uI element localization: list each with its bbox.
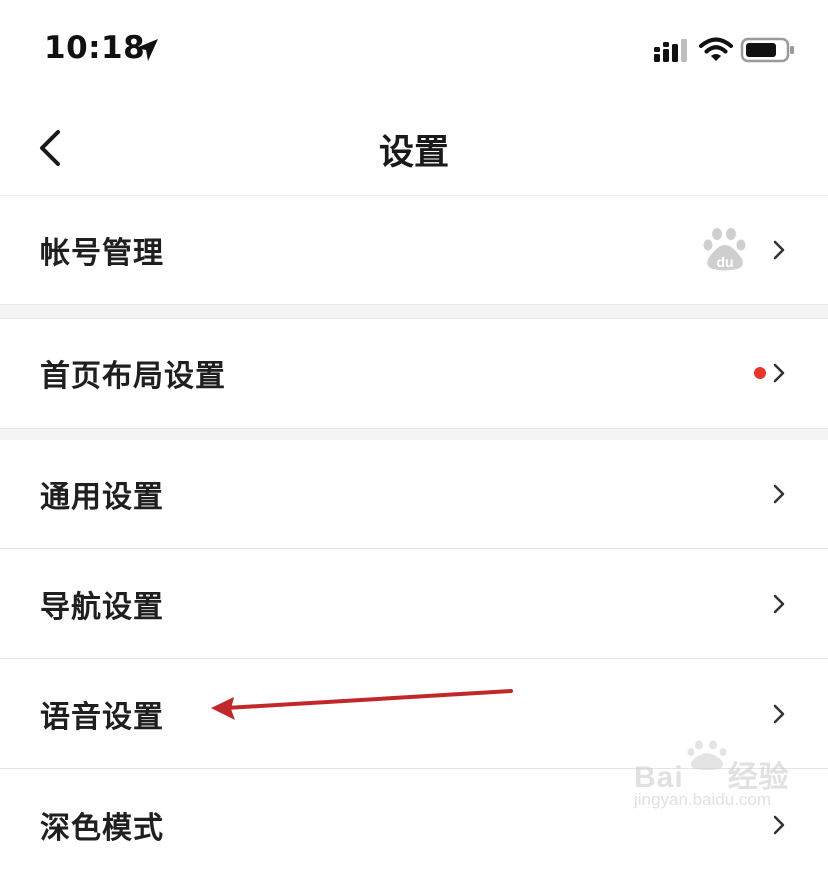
cellular-signal-icon bbox=[654, 39, 687, 62]
row-label: 通用设置 bbox=[40, 480, 164, 515]
baidu-paw-icon bbox=[687, 740, 727, 770]
chevron-right-icon bbox=[773, 240, 785, 260]
new-badge-dot bbox=[754, 367, 766, 379]
row-label: 帐号管理 bbox=[40, 236, 164, 271]
baidu-paw-icon: du bbox=[703, 228, 746, 271]
settings-row-navigation[interactable]: 导航设置 bbox=[0, 550, 828, 659]
chevron-right-icon bbox=[773, 815, 785, 835]
row-label: 深色模式 bbox=[40, 811, 164, 846]
settings-row-general[interactable]: 通用设置 bbox=[0, 440, 828, 549]
location-arrow-icon bbox=[136, 39, 158, 61]
status-time: 10:18 bbox=[44, 30, 146, 66]
svg-text:du: du bbox=[716, 254, 733, 270]
status-bar: 10:18 bbox=[0, 0, 828, 100]
row-label: 导航设置 bbox=[40, 590, 164, 625]
row-label: 首页布局设置 bbox=[40, 359, 226, 394]
nav-bar: 设置 bbox=[0, 100, 828, 196]
chevron-right-icon bbox=[773, 594, 785, 614]
baidu-jingyan-watermark: Bai 经验 jingyan.baidu.com bbox=[634, 740, 804, 815]
chevron-right-icon bbox=[773, 484, 785, 504]
settings-row-account[interactable]: 帐号管理 du bbox=[0, 196, 828, 304]
watermark-url: jingyan.baidu.com bbox=[634, 790, 772, 809]
row-label: 语音设置 bbox=[40, 700, 164, 735]
settings-row-home-layout[interactable]: 首页布局设置 bbox=[0, 319, 828, 427]
chevron-right-icon bbox=[773, 363, 785, 383]
battery-icon bbox=[740, 37, 794, 63]
page-title: 设置 bbox=[378, 133, 449, 173]
wifi-icon bbox=[699, 37, 733, 61]
section-separator bbox=[0, 304, 828, 319]
chevron-right-icon bbox=[773, 704, 785, 724]
